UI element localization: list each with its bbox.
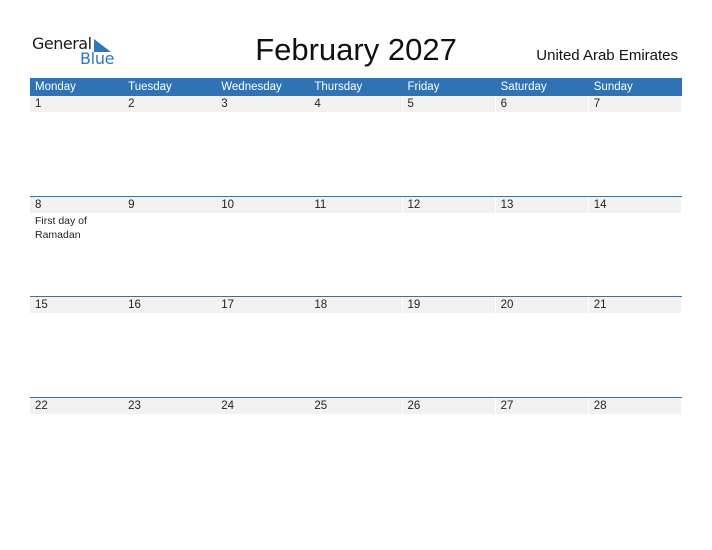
day-cell: 22 [30, 397, 123, 414]
day-cell: 27 [495, 397, 589, 414]
day-number: 2 [123, 96, 216, 112]
day-cell: 23 [123, 397, 216, 414]
country-label: United Arab Emirates [536, 47, 678, 64]
day-number: 7 [588, 96, 682, 112]
day-number: 19 [402, 297, 496, 313]
day-number: 14 [588, 196, 682, 213]
day-cell: 28 [588, 397, 682, 414]
weekday-monday: Monday [35, 81, 76, 93]
week-row: 8 First day of Ramadan 9 10 11 12 13 14 [30, 195, 682, 297]
day-number: 18 [309, 297, 402, 313]
day-cell: 18 [309, 297, 402, 313]
weeks-container: 1 2 3 4 5 6 7 8 First day of Ramadan 9 10 11 12 13 14 1… [30, 96, 682, 497]
day-cell: 17 [216, 297, 309, 313]
weekday-header: Monday Tuesday Wednesday Thursday Friday… [30, 78, 682, 96]
day-cell: 25 [309, 397, 402, 414]
day-cell: 13 [495, 196, 589, 213]
day-cell: 1 [30, 96, 123, 112]
week-row: 22 23 24 25 26 27 28 [30, 396, 682, 498]
day-number: 3 [216, 96, 309, 112]
day-cell: 26 [402, 397, 496, 414]
day-cell: 21 [588, 297, 682, 313]
week-row: 1234567 [30, 96, 682, 196]
date-strip: 22 23 24 25 26 27 28 [30, 397, 682, 414]
day-number: 27 [495, 397, 589, 414]
weekday-thursday: Thursday [314, 81, 363, 93]
day-number: 20 [495, 297, 589, 313]
day-cell: 19 [402, 297, 496, 313]
day-cell: 5 [402, 96, 496, 112]
day-cell: 20 [495, 297, 589, 313]
day-cell: 14 [588, 196, 682, 213]
day-cell: 24 [216, 397, 309, 414]
date-strip: 1234567 [30, 96, 682, 112]
weekday-sunday: Sunday [593, 81, 633, 93]
day-number: 22 [30, 397, 123, 414]
day-cell: 11 [309, 196, 402, 213]
holiday-label: First day of Ramadan [35, 214, 87, 241]
day-cell: 4 [309, 96, 402, 112]
day-number: 8 [30, 196, 123, 213]
day-number: 16 [123, 297, 216, 313]
weekday-friday: Friday [407, 81, 440, 93]
day-cell: 10 [216, 196, 309, 213]
day-number: 12 [402, 196, 496, 213]
day-number: 24 [216, 397, 309, 414]
day-cell: 15 [30, 297, 123, 313]
weekday-wednesday: Wednesday [221, 81, 282, 93]
day-number: 1 [30, 96, 123, 112]
date-strip: 15 16 17 18 19 20 21 [30, 297, 682, 313]
week-row: 15 16 17 18 19 20 21 [30, 296, 682, 397]
calendar-grid: Monday Tuesday Wednesday Thursday Friday… [30, 78, 682, 497]
day-cell: 8 First day of Ramadan [30, 196, 123, 241]
day-number: 26 [402, 397, 496, 414]
day-number: 9 [123, 196, 216, 213]
day-cell: 3 [216, 96, 309, 112]
day-number: 25 [309, 397, 402, 414]
day-cell: 12 [402, 196, 496, 213]
day-number: 28 [588, 397, 682, 414]
day-number: 13 [495, 196, 589, 213]
day-cell: 9 [123, 196, 216, 213]
day-cell: 7 [588, 96, 682, 112]
day-cell: 2 [123, 96, 216, 112]
day-cell: 16 [123, 297, 216, 313]
weekday-tuesday: Tuesday [128, 81, 172, 93]
day-number: 4 [309, 96, 402, 112]
day-number: 23 [123, 397, 216, 414]
day-number: 10 [216, 196, 309, 213]
day-number: 5 [402, 96, 496, 112]
day-number: 6 [495, 96, 589, 112]
day-number: 17 [216, 297, 309, 313]
day-cell: 6 [495, 96, 589, 112]
day-number: 11 [309, 196, 402, 213]
day-number: 21 [588, 297, 682, 313]
weekday-saturday: Saturday [500, 81, 547, 93]
day-number: 15 [30, 297, 123, 313]
date-strip: 8 First day of Ramadan 9 10 11 12 13 14 [30, 196, 682, 241]
